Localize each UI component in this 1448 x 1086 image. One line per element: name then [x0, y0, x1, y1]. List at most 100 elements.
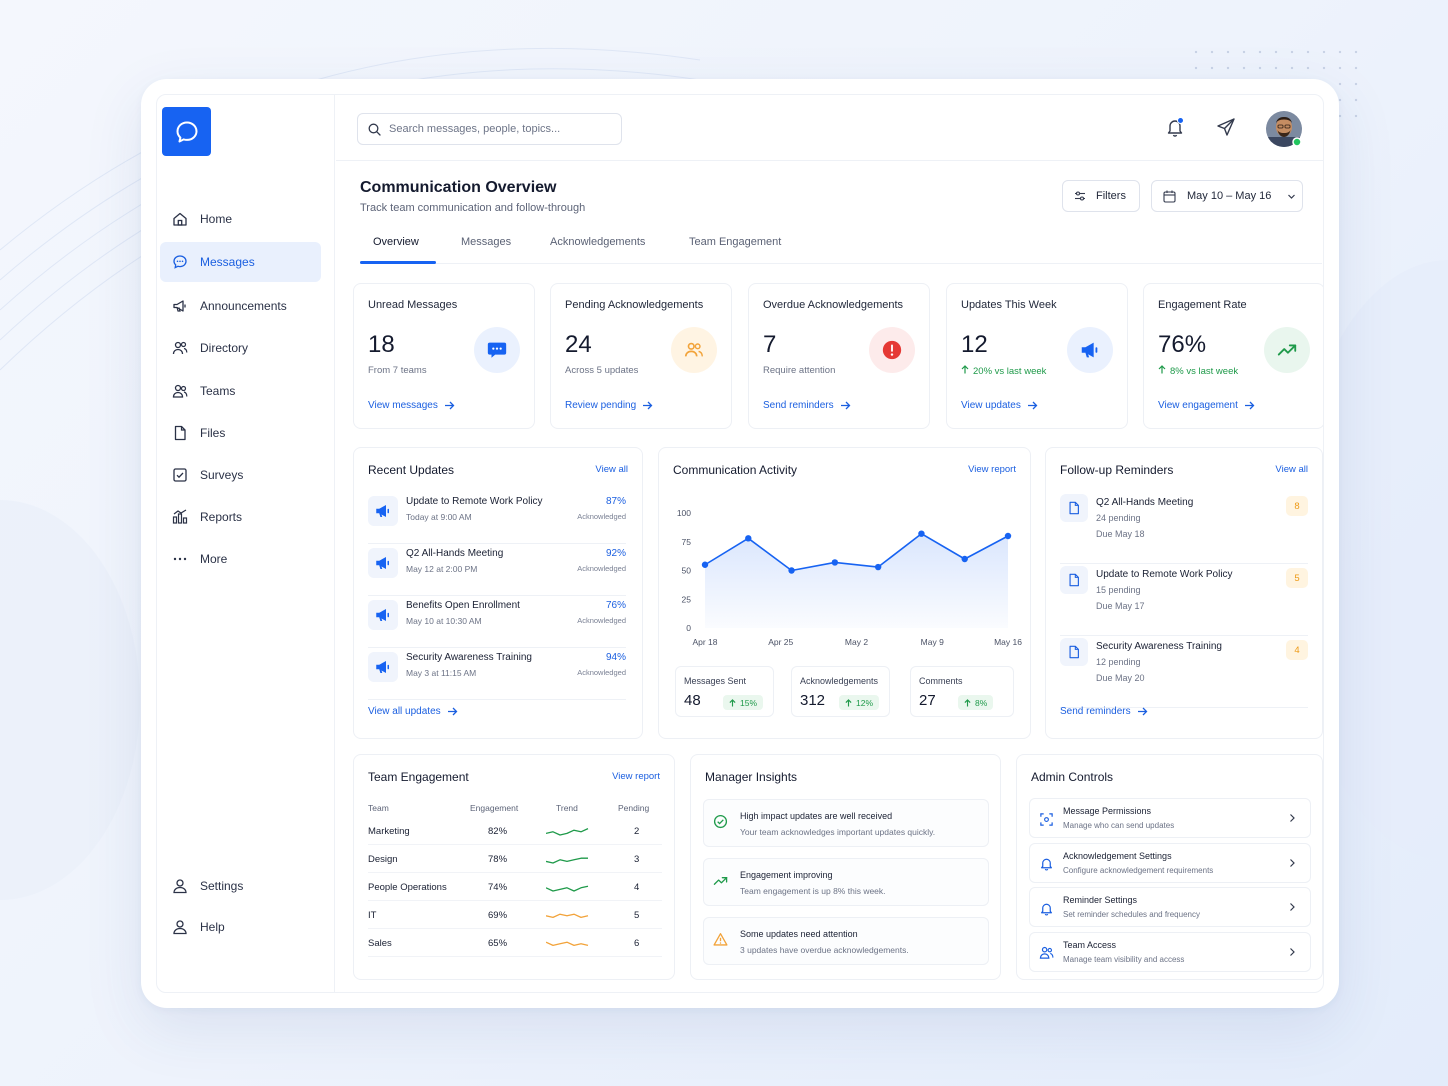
admin-item-title: Reminder Settings — [1063, 895, 1138, 905]
update-title: Benefits Open Enrollment — [406, 600, 520, 611]
more-wrap — [172, 551, 188, 567]
kpi-link-label: View engagement — [1158, 400, 1238, 411]
avatar-image — [1266, 111, 1302, 147]
updates-this-week-card: Updates This Week 12 20% vs last week View … — [946, 283, 1128, 429]
sidebar-item-label: Files — [200, 426, 226, 440]
search-box[interactable] — [357, 113, 622, 145]
unread-messages-link[interactable]: View messages — [368, 400, 455, 411]
team-pending-value: 6 — [634, 938, 640, 949]
search-icon — [368, 123, 381, 136]
team-row[interactable]: Design 78% 3 — [368, 845, 662, 873]
date-range-select[interactable]: May 10 – May 16 — [1151, 180, 1303, 212]
tab-messages[interactable]: Messages — [461, 236, 511, 248]
col-engagement: Engagement — [470, 803, 519, 813]
sidebar-item-teams[interactable]: Teams — [160, 371, 321, 411]
tab-acknowledgements[interactable]: Acknowledgements — [550, 236, 645, 248]
insights-title: Manager Insights — [705, 770, 798, 784]
reminder-row[interactable]: Security Awareness Training 12 pending Due… — [1060, 638, 1308, 708]
kpi-title: Engagement Rate — [1158, 299, 1247, 311]
overdue-acknowledgements-card: Overdue Acknowledgements 7 Require attenti… — [748, 283, 930, 429]
admin-acknowledgement-settings[interactable]: Acknowledgement Settings Configure acknow… — [1029, 842, 1311, 883]
sidebar-item-help[interactable]: Help — [160, 907, 321, 947]
teams-icon — [172, 384, 188, 398]
reminder-icon-wrap — [1060, 494, 1088, 522]
update-ack-label: Acknowledged — [577, 564, 626, 573]
sidebar-item-files[interactable]: Files — [160, 413, 321, 453]
help-user-icon — [173, 920, 187, 935]
team-row[interactable]: People Operations 74% 4 — [368, 873, 662, 901]
sidebar-item-surveys[interactable]: Surveys — [160, 455, 321, 495]
update-time: May 10 at 10:30 AM — [406, 616, 482, 626]
team-row[interactable]: Sales 65% 6 — [368, 929, 662, 957]
admin-item-description: Manage team visibility and access — [1063, 954, 1185, 964]
x-tick-label: Apr 18 — [692, 637, 717, 647]
sidebar-item-more[interactable]: More — [160, 539, 321, 579]
user-avatar[interactable] — [1266, 111, 1302, 147]
stat-change: 8% — [975, 697, 988, 708]
kpi-subtitle: Require attention — [763, 365, 836, 376]
send-icon — [1217, 118, 1235, 136]
tab-overview[interactable]: Overview — [373, 236, 419, 248]
team-engagement-view-report[interactable]: View report — [612, 771, 660, 782]
data-point — [1004, 532, 1012, 540]
chevron-right-icon — [1290, 947, 1295, 956]
app-window: Home Messages Announcements Directory Teams F… — [141, 79, 1339, 1008]
trend-sparkline — [546, 828, 589, 836]
reminders-view-all[interactable]: View all — [1275, 464, 1308, 475]
updates-this-week-link[interactable]: View updates — [961, 400, 1038, 411]
engagement-rate-link[interactable]: View engagement — [1158, 400, 1255, 411]
admin-reminder-settings[interactable]: Reminder Settings Set reminder schedules … — [1029, 887, 1311, 927]
kpi-icon-badge — [1067, 327, 1113, 373]
admin-message-permissions[interactable]: Message Permissions Manage who can send u… — [1029, 798, 1311, 838]
team-row[interactable]: IT 69% 5 — [368, 901, 662, 929]
home-wrap — [172, 211, 188, 227]
kpi-link-label: Send reminders — [763, 400, 834, 411]
search-input[interactable] — [389, 123, 609, 135]
sidebar-item-home[interactable]: Home — [160, 199, 321, 239]
sidebar-item-messages[interactable]: Messages — [160, 242, 321, 282]
sidebar-item-directory[interactable]: Directory — [160, 328, 321, 368]
admin-item-title: Team Access — [1063, 939, 1117, 950]
send-button[interactable] — [1215, 116, 1237, 138]
teams-wrap — [172, 383, 188, 399]
update-row[interactable]: Update to Remote Work Policy Today at 9:0… — [368, 492, 626, 544]
view-all-updates-link[interactable]: View all updates — [368, 706, 458, 717]
update-ack-label: Acknowledged — [577, 668, 626, 677]
reminder-row[interactable]: Q2 All-Hands Meeting 24 pending Due May 18… — [1060, 494, 1308, 564]
stat-change-badge: 8% — [958, 695, 994, 710]
kpi-value: 76% — [1158, 331, 1207, 358]
app-logo[interactable] — [162, 107, 211, 156]
notifications-button[interactable] — [1164, 116, 1186, 138]
activity-view-report[interactable]: View report — [968, 464, 1016, 475]
update-icon-wrap — [368, 600, 398, 630]
document-icon — [1069, 573, 1079, 587]
update-row[interactable]: Security Awareness Training May 3 at 11:1… — [368, 648, 626, 700]
sidebar-item-settings[interactable]: Settings — [160, 866, 321, 906]
check-circle-icon — [713, 814, 727, 828]
kpi-title: Overdue Acknowledgements — [763, 299, 904, 311]
team-row[interactable]: Marketing 82% 2 — [368, 817, 662, 845]
arrow-right-icon — [1137, 707, 1148, 716]
bell-icon — [1040, 858, 1052, 871]
insight-title: Some updates need attention — [740, 929, 858, 939]
arrow-up-icon — [845, 698, 852, 706]
recent-updates-view-all[interactable]: View all — [595, 464, 628, 475]
home-icon — [173, 212, 187, 226]
sidebar-item-reports[interactable]: Reports — [160, 497, 321, 537]
reminder-row[interactable]: Update to Remote Work Policy 15 pending Du… — [1060, 566, 1308, 636]
overdue-acknowledgements-link[interactable]: Send reminders — [763, 400, 851, 411]
filters-button[interactable]: Filters — [1062, 180, 1140, 212]
update-row[interactable]: Q2 All-Hands Meeting May 12 at 2:00 PM 92%… — [368, 544, 626, 596]
update-row[interactable]: Benefits Open Enrollment May 10 at 10:30 … — [368, 596, 626, 648]
document-icon — [1069, 501, 1079, 515]
sidebar-item-announcements[interactable]: Announcements — [160, 286, 321, 326]
send-reminders-footer-link[interactable]: Send reminders — [1060, 706, 1148, 717]
tab-team-engagement[interactable]: Team Engagement — [689, 236, 781, 248]
reminder-count-badge: 8 — [1286, 496, 1308, 516]
insight-icon-wrap — [712, 813, 728, 829]
admin-controls-card: Admin Controls Message Permissions Manage… — [1016, 754, 1323, 980]
pending-acknowledgements-link[interactable]: Review pending — [565, 400, 653, 411]
x-tick-label: May 16 — [994, 637, 1022, 647]
admin-team-access[interactable]: Team Access Manage team visibility and ac… — [1029, 931, 1311, 972]
sidebar-item-label: Messages — [200, 255, 255, 269]
